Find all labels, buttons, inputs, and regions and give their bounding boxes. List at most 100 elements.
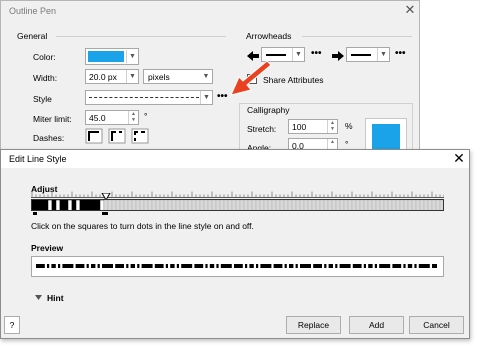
help-icon: ? xyxy=(9,320,15,330)
preview-dash xyxy=(130,264,135,268)
dialog-title: Edit Line Style xyxy=(9,154,67,164)
dot-square xyxy=(223,200,229,210)
dot-square xyxy=(99,200,105,210)
dot-square xyxy=(115,200,121,210)
preview-dash xyxy=(126,264,129,268)
stretch-field[interactable]: 100 ▲ ▼ xyxy=(288,119,338,134)
hint-label[interactable]: Hint xyxy=(47,293,64,303)
dot-square xyxy=(391,200,397,210)
dot-square xyxy=(187,200,193,210)
preview-dash xyxy=(418,264,430,268)
dot-square xyxy=(275,200,281,210)
dashes-label: Dashes: xyxy=(33,133,65,143)
group-divider xyxy=(302,36,412,37)
dot-squares-strip[interactable] xyxy=(31,199,444,211)
add-button[interactable]: Add xyxy=(349,316,404,334)
dot-square xyxy=(327,200,333,210)
dot-square xyxy=(87,200,93,210)
line-sample xyxy=(266,54,286,56)
preview-dash xyxy=(137,264,140,268)
preview-dash xyxy=(194,264,204,268)
preview-dash xyxy=(36,264,45,268)
color-label: Color: xyxy=(33,52,56,62)
close-icon[interactable]: ✕ xyxy=(451,150,467,166)
spinner-icon[interactable]: ▲ ▼ xyxy=(128,111,138,124)
dot-square xyxy=(231,200,237,210)
preview-dash xyxy=(368,264,373,268)
end-marker xyxy=(102,212,108,215)
color-swatch xyxy=(88,51,124,62)
edit-line-style-button[interactable]: ••• xyxy=(217,91,228,102)
degree-unit: ° xyxy=(345,139,349,149)
dot-square xyxy=(359,200,365,210)
dot-square xyxy=(119,200,125,210)
dot-square xyxy=(355,200,361,210)
dot-square xyxy=(351,200,357,210)
dot-square xyxy=(319,200,325,210)
dot-square xyxy=(39,200,45,210)
dot-square xyxy=(371,200,377,210)
color-picker[interactable]: ▼ xyxy=(85,48,139,65)
dot-square xyxy=(279,200,285,210)
dot-square xyxy=(411,200,417,210)
dot-square xyxy=(307,200,313,210)
preview-dash xyxy=(328,264,333,268)
preview-label: Preview xyxy=(31,243,64,253)
units-select[interactable]: pixels ▼ xyxy=(143,69,213,84)
preview-dash xyxy=(324,264,327,268)
dialog-title: Outline Pen xyxy=(9,6,57,16)
outline-pen-dialog: Outline Pen ✕ General Color: ▼ Width: 20… xyxy=(0,0,420,153)
dot-square xyxy=(395,200,401,210)
dot-square xyxy=(235,200,241,210)
miter-limit-field[interactable]: 45.0 ▲ ▼ xyxy=(85,110,139,125)
end-arrowhead-select[interactable]: ▼ xyxy=(346,47,390,62)
dot-square xyxy=(175,200,181,210)
dot-square xyxy=(375,200,381,210)
replace-button[interactable]: Replace xyxy=(286,316,341,334)
preview-dash xyxy=(115,264,124,268)
preview-dash xyxy=(91,264,96,268)
chevron-down-icon[interactable] xyxy=(35,295,42,300)
stretch-value: 100 xyxy=(292,122,307,132)
preview-dash xyxy=(234,264,243,268)
cancel-button[interactable]: Cancel xyxy=(409,316,464,334)
units-value: pixels xyxy=(148,72,170,82)
style-select[interactable]: ▼ xyxy=(85,90,213,105)
dot-square xyxy=(71,200,77,210)
start-marker xyxy=(33,212,37,215)
dash-corner-icons[interactable] xyxy=(85,128,157,144)
preview-dash xyxy=(352,264,362,268)
arrowheads-group-label: Arrowheads xyxy=(246,31,292,41)
start-arrowhead-more-button[interactable]: ••• xyxy=(311,48,322,59)
dot-square xyxy=(143,200,149,210)
dot-square xyxy=(379,200,385,210)
width-field[interactable]: 20.0 px ▼ xyxy=(85,69,139,84)
end-arrowhead-more-button[interactable]: ••• xyxy=(395,48,406,59)
dot-square xyxy=(383,200,389,210)
preview-dash xyxy=(154,264,164,268)
dot-square xyxy=(431,200,437,210)
dot-square xyxy=(131,200,137,210)
nib-shape xyxy=(372,124,400,152)
preview-dash xyxy=(75,264,85,268)
dot-square xyxy=(75,200,81,210)
chevron-down-icon: ▼ xyxy=(200,91,212,104)
help-button[interactable]: ? xyxy=(4,316,20,334)
nib-preview[interactable] xyxy=(365,118,407,152)
preview-dash xyxy=(86,264,89,268)
preview-dash xyxy=(249,264,254,268)
arrow-right-icon xyxy=(332,51,344,61)
style-label: Style xyxy=(33,94,52,104)
preview-dash xyxy=(141,264,153,268)
dot-square xyxy=(155,200,161,210)
chevron-down-icon: ▼ xyxy=(202,73,210,80)
dot-square xyxy=(191,200,197,210)
dot-square xyxy=(363,200,369,210)
dot-square xyxy=(51,200,57,210)
preview-dash xyxy=(414,264,417,268)
dot-square xyxy=(331,200,337,210)
close-icon[interactable]: ✕ xyxy=(402,2,418,18)
dot-square xyxy=(367,200,373,210)
dot-square xyxy=(91,200,97,210)
spinner-icon[interactable]: ▲ ▼ xyxy=(327,120,337,133)
